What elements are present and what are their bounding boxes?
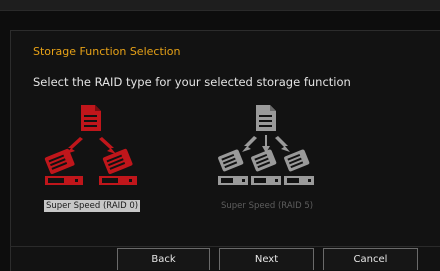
top-bar	[0, 0, 440, 11]
dialog-subtitle: Select the RAID type for your selected s…	[33, 75, 351, 89]
back-button[interactable]: Back	[117, 248, 210, 270]
footer-divider	[10, 246, 440, 247]
cancel-button[interactable]: Cancel	[323, 248, 418, 270]
raid5-label: Super Speed (RAID 5)	[221, 201, 314, 211]
raid0-option[interactable]: Super Speed (RAID 0)	[35, 100, 165, 220]
raid5-diagram-icon	[218, 105, 314, 185]
raid5-option[interactable]: Super Speed (RAID 5)	[210, 100, 330, 220]
raid0-diagram-icon	[44, 105, 137, 185]
dialog-title: Storage Function Selection	[33, 45, 181, 58]
next-button[interactable]: Next	[219, 248, 314, 270]
raid0-label: Super Speed (RAID 0)	[44, 200, 141, 212]
